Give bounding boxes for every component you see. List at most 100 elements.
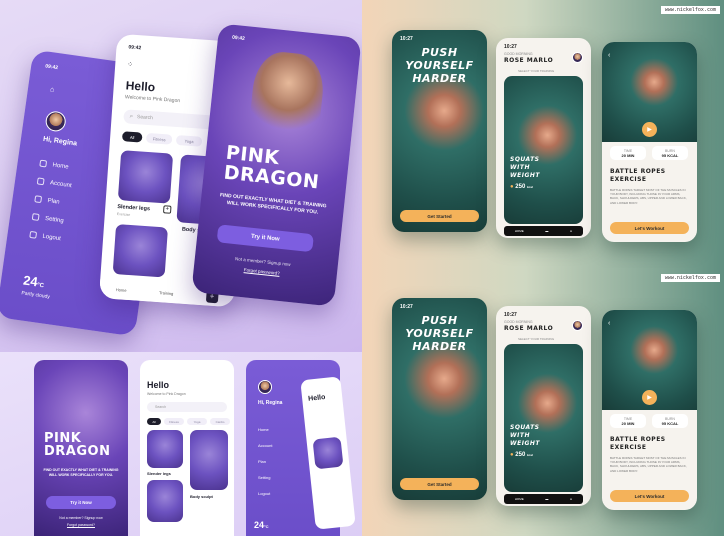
- headline: PUSH YOURSELF HARDER: [392, 314, 487, 353]
- search-input[interactable]: Search: [147, 402, 227, 412]
- menu-item-account[interactable]: Account: [36, 177, 73, 189]
- chip-cardio[interactable]: Cardio: [210, 418, 230, 425]
- chip-fitness[interactable]: Fitness: [164, 418, 184, 425]
- home-icon: [39, 159, 48, 168]
- play-icon[interactable]: ▶: [642, 122, 657, 137]
- cart-icon[interactable]: ⊔: [570, 229, 572, 233]
- logout-icon: [29, 230, 38, 239]
- card-subtitle: Exercise: [116, 212, 131, 217]
- menu-item-setting[interactable]: Setting: [258, 470, 272, 486]
- good-morning: GOOD MORNING: [504, 52, 533, 56]
- fitness-home-screen: 10:27 GOOD MORNING ROSE MARLO SELECT YOU…: [496, 38, 591, 238]
- fire-icon: ●: [510, 452, 514, 458]
- card-image-slender-legs[interactable]: [117, 150, 174, 204]
- menu-item-setting[interactable]: Setting: [31, 213, 67, 225]
- nav-training[interactable]: Training: [159, 290, 174, 296]
- exercise-description: BATTLE ROPES TARGET MOST OF THE MUSCLES …: [610, 456, 687, 473]
- lets-workout-button[interactable]: Let's Workout: [610, 222, 689, 234]
- training-card[interactable]: SQUATS WITH WEIGHT ● 250 kcal: [504, 344, 583, 492]
- watermark: www.nickelfox.com: [660, 274, 720, 282]
- exercise-detail-screen: ‹ ▶ TIME 20 MIN BURN 95 KCAL BATTLE ROPES …: [602, 42, 697, 242]
- stat-value: 20 MIN: [621, 152, 635, 158]
- grid-icon[interactable]: ⁘: [127, 60, 133, 68]
- nav-home[interactable]: HOME: [515, 229, 524, 233]
- greeting: Hello: [125, 78, 156, 95]
- stat-value: 95 KCAL: [661, 152, 679, 158]
- fitness-welcome-screen: 10:27 PUSH YOURSELF HARDER Get Started: [392, 298, 487, 500]
- welcome-text: Welcome to Pink Dragon: [124, 94, 181, 105]
- dumbbell-icon[interactable]: ▬: [545, 497, 548, 501]
- dumbbell-icon[interactable]: ▬: [545, 229, 548, 233]
- fitness-home-screen: 10:27 GOOD MORNING ROSE MARLO SELECT YOU…: [496, 306, 591, 506]
- exercise-detail-screen: ‹ ▶ TIME 20 MIN BURN 95 KCAL BATTLE ROPES …: [602, 310, 697, 510]
- user-name: Hi, Regina: [258, 400, 283, 406]
- good-morning: GOOD MORNING: [504, 320, 533, 324]
- chip-all[interactable]: All: [147, 418, 161, 425]
- tagline: FIND OUT EXACTLY WHAT DIET & TRAINING WI…: [219, 192, 327, 216]
- menu-item-logout[interactable]: Logout: [29, 230, 64, 243]
- menu-item-logout[interactable]: Logout: [258, 486, 272, 502]
- status-time: 09:42: [44, 63, 59, 72]
- signup-link[interactable]: Not a member? Signup now: [42, 516, 120, 520]
- lets-workout-button[interactable]: Let's Workout: [610, 490, 689, 502]
- menu-item-home[interactable]: Home: [39, 159, 74, 172]
- status-time: 10:27: [400, 304, 413, 310]
- add-button[interactable]: +: [162, 205, 172, 214]
- menu-label: Home: [52, 161, 69, 171]
- card-image-3[interactable]: [147, 480, 183, 522]
- get-started-button[interactable]: Get Started: [400, 210, 479, 222]
- training-card[interactable]: SQUATS WITH WEIGHT ● 250 kcal: [504, 76, 583, 224]
- menu-item-home[interactable]: Home: [258, 422, 272, 438]
- plan-icon: [34, 195, 43, 204]
- greeting: Hello: [307, 393, 326, 403]
- side-menu: Home Account Plan Setting Logout: [258, 422, 272, 502]
- menu-item-plan[interactable]: Plan: [258, 454, 272, 470]
- fitness-showcase-1: www.nickelfox.com 10:27 PUSH YOURSELF HA…: [362, 0, 724, 268]
- fitness-showcase-2: www.nickelfox.com 10:27 PUSH YOURSELF HA…: [362, 268, 724, 536]
- forgot-password-link[interactable]: Forgot password?: [42, 523, 120, 527]
- chip-yoga[interactable]: Yoga: [175, 134, 203, 147]
- card-image-3[interactable]: [112, 223, 168, 278]
- avatar[interactable]: [258, 380, 272, 394]
- user-name: ROSE MARLO: [504, 325, 554, 332]
- avatar[interactable]: [572, 52, 583, 63]
- chip-yoga[interactable]: Yoga: [187, 418, 207, 425]
- home-icon[interactable]: ⌂: [50, 86, 55, 94]
- card-image-slender-legs[interactable]: [147, 430, 183, 468]
- brand-title: PINK DRAGON: [44, 432, 110, 458]
- account-icon: [36, 177, 45, 186]
- search-icon: ⌕: [129, 113, 134, 120]
- nav-home[interactable]: Home: [116, 287, 127, 293]
- kcal: ● 250 kcal: [510, 184, 533, 190]
- nav-home[interactable]: HOME: [515, 497, 524, 501]
- card-image-body-sculpt[interactable]: [190, 430, 228, 490]
- menu-label: Account: [49, 179, 73, 189]
- home-screen-preview: Hello: [300, 376, 356, 530]
- chip-fitness[interactable]: Fitness: [145, 132, 173, 145]
- headline-line-1: PUSH: [421, 314, 458, 327]
- title-line-3: WEIGHT: [510, 172, 540, 179]
- title-line-1: SQUATS: [510, 156, 540, 163]
- play-icon[interactable]: ▶: [642, 390, 657, 405]
- cart-icon[interactable]: ⊔: [570, 497, 572, 501]
- title-line-1: BATTLE ROPES: [610, 168, 666, 175]
- get-started-button[interactable]: Get Started: [400, 478, 479, 490]
- search-placeholder: Search: [136, 114, 154, 122]
- status-time: 09:42: [128, 44, 142, 52]
- try-it-now-button[interactable]: Try it Now: [46, 496, 116, 509]
- avatar[interactable]: [44, 110, 67, 133]
- menu-item-account[interactable]: Account: [258, 438, 272, 454]
- headline-line-3: HARDER: [412, 72, 467, 85]
- back-icon[interactable]: ‹: [608, 320, 610, 327]
- chip-all[interactable]: All: [121, 131, 143, 143]
- headline-line-3: HARDER: [412, 340, 467, 353]
- model-photo: [246, 49, 327, 157]
- menu-item-plan[interactable]: Plan: [34, 195, 69, 207]
- back-icon[interactable]: ‹: [608, 52, 610, 59]
- bottom-nav: HOME ▬ ⊔: [504, 494, 583, 504]
- try-it-now-button[interactable]: Try it Now: [216, 224, 314, 253]
- welcome-text: Welcome to Pink Dragon: [147, 392, 186, 396]
- avatar[interactable]: [572, 320, 583, 331]
- tagline: FIND OUT EXACTLY WHAT DIET & TRAINING WI…: [43, 468, 119, 477]
- exercise-title: BATTLE ROPES EXERCISE: [610, 168, 666, 184]
